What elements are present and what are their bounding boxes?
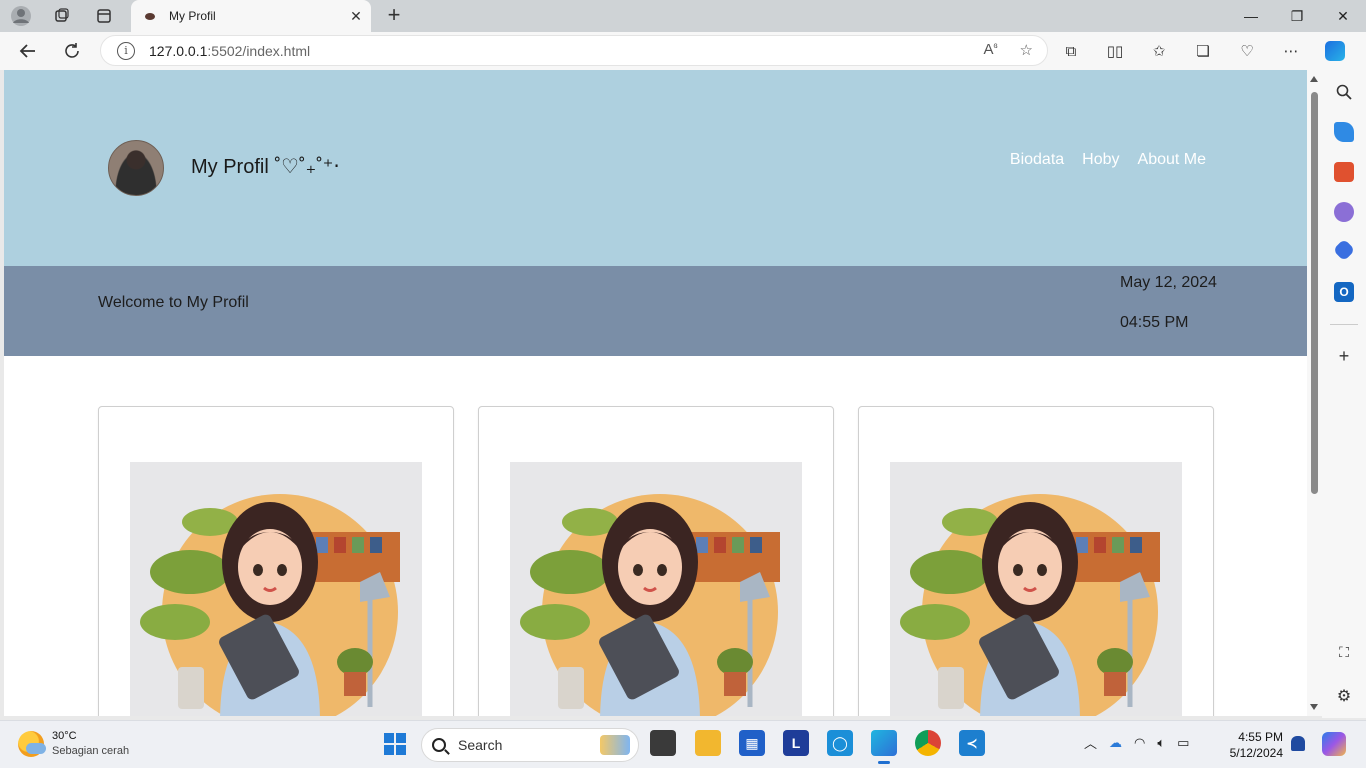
weather-temp: 30°C <box>52 730 77 742</box>
vscode-icon[interactable]: ≺ <box>959 730 985 756</box>
notification-bell-icon[interactable] <box>1291 736 1305 751</box>
search-highlight-icon <box>600 735 630 755</box>
nav-link-hoby[interactable]: Hoby <box>1082 151 1119 169</box>
weather-desc: Sebagian cerah <box>52 745 130 757</box>
start-windows-icon[interactable] <box>384 733 406 755</box>
nav-link-about-me[interactable]: About Me <box>1138 151 1206 169</box>
microsoft365-icon[interactable] <box>1332 238 1356 262</box>
avatar <box>108 140 164 196</box>
current-date: May 12, 2024 <box>1120 274 1217 291</box>
url-path: :5502/index.html <box>207 42 311 59</box>
refresh-icon[interactable] <box>58 38 86 64</box>
window-controls: — ❐ ✕ <box>1228 0 1366 32</box>
task-view-icon[interactable] <box>650 730 676 756</box>
games-icon[interactable] <box>1334 202 1354 222</box>
search-icon <box>432 738 446 752</box>
browser-toolbar: i 127.0.0.1:5502/index.html Aɞ ☆ ⧉ ▯▯ ✩ … <box>0 32 1366 70</box>
settings-gear-icon[interactable]: ⚙ <box>1334 686 1354 706</box>
copilot-taskbar-icon[interactable] <box>1322 732 1346 756</box>
browser-essentials-icon[interactable]: ♡ <box>1234 38 1260 64</box>
page-viewport: My Profil ˚♡˚₊˚⁺‧ Biodata Hoby About Me … <box>4 70 1307 716</box>
workspaces-icon[interactable] <box>48 4 76 28</box>
favicon-icon <box>145 12 155 20</box>
edge-sidebar: O + ⛶ ⚙ <box>1322 70 1366 718</box>
read-aloud-icon[interactable]: Aɞ <box>983 41 997 59</box>
new-tab-button[interactable]: + <box>382 4 406 28</box>
minimize-button[interactable]: — <box>1228 0 1274 32</box>
volume-icon[interactable]: 🔈︎ <box>1157 735 1165 751</box>
shopping-tag-icon[interactable] <box>1334 122 1354 142</box>
extensions-icon[interactable]: ⧉ <box>1058 38 1084 64</box>
site-info-icon[interactable]: i <box>117 41 135 60</box>
tray-chevron-icon[interactable]: ︿ <box>1084 733 1097 752</box>
card-illustration-image <box>510 462 802 716</box>
site-header: My Profil ˚♡˚₊˚⁺‧ Biodata Hoby About Me <box>4 70 1307 266</box>
outlook-icon[interactable]: O <box>1334 282 1354 302</box>
url-host: 127.0.0.1 <box>149 42 208 59</box>
store-icon[interactable]: ▦ <box>739 730 765 756</box>
search-label: Search <box>458 737 503 753</box>
split-screen-icon[interactable]: ▯▯ <box>1102 38 1128 64</box>
current-time: 04:55 PM <box>1120 314 1189 331</box>
battery-icon[interactable]: ▭ <box>1177 735 1189 751</box>
app-l-icon[interactable]: L <box>783 730 809 756</box>
app-circle-icon[interactable]: ◯ <box>827 730 853 756</box>
welcome-bar: Welcome to My Profil May 12, 2024 04:55 … <box>4 266 1307 356</box>
close-window-button[interactable]: ✕ <box>1320 0 1366 32</box>
clock-time: 4:55 PM <box>1238 730 1283 744</box>
clock-date: 5/12/2024 <box>1229 746 1283 760</box>
more-menu-icon[interactable]: ⋯ <box>1278 38 1304 64</box>
back-icon[interactable] <box>14 38 42 64</box>
browser-tab-strip: My Profil ✕ + — ❐ ✕ <box>0 0 1366 32</box>
system-tray: ︿ ☁ ◠ 🔈︎ ▭ <box>1084 733 1189 752</box>
card-illustration-image <box>890 462 1182 716</box>
scroll-up-icon[interactable] <box>1310 76 1318 82</box>
scroll-down-icon[interactable] <box>1310 704 1318 710</box>
welcome-text: Welcome to My Profil <box>98 294 249 311</box>
onedrive-icon[interactable]: ☁ <box>1109 735 1122 751</box>
sidebar-add-icon[interactable]: + <box>1334 346 1354 366</box>
taskbar-search[interactable]: Search <box>421 728 639 762</box>
taskbar-clock[interactable]: 4:55 PM 5/12/2024 <box>1226 729 1283 761</box>
tab-title: My Profil <box>169 9 216 23</box>
toolbar-icons: ⧉ ▯▯ ✩ ❏ ♡ ⋯ <box>1058 38 1348 64</box>
restore-button[interactable]: ❐ <box>1274 0 1320 32</box>
screenshot-icon[interactable]: ⛶ <box>1334 642 1354 662</box>
favorites-icon[interactable]: ✩ <box>1146 38 1172 64</box>
copilot-icon[interactable] <box>1322 38 1348 64</box>
tab-my-profil[interactable]: My Profil ✕ <box>131 0 371 32</box>
file-explorer-icon[interactable] <box>695 730 721 756</box>
tab-actions-icon[interactable] <box>90 4 118 28</box>
site-title: My Profil ˚♡˚₊˚⁺‧ <box>191 156 340 178</box>
edge-icon[interactable] <box>871 730 897 764</box>
url-text[interactable]: 127.0.0.1:5502/index.html <box>149 43 310 59</box>
favorite-star-icon[interactable]: ☆ <box>1020 41 1033 59</box>
scrollbar-thumb[interactable] <box>1311 92 1318 494</box>
profile-card <box>858 406 1214 716</box>
collections-icon[interactable]: ❏ <box>1190 38 1216 64</box>
profile-card <box>478 406 834 716</box>
wifi-icon[interactable]: ◠ <box>1134 735 1145 751</box>
tools-briefcase-icon[interactable] <box>1334 162 1354 182</box>
weather-sun-icon <box>18 731 46 757</box>
site-nav: Biodata Hoby About Me <box>1010 151 1206 169</box>
profile-card <box>98 406 454 716</box>
profile-icon[interactable] <box>8 4 34 28</box>
sidebar-divider <box>1330 324 1358 325</box>
page-scrollbar[interactable] <box>1307 70 1322 716</box>
nav-link-biodata[interactable]: Biodata <box>1010 151 1064 169</box>
weather-widget[interactable]: 30°C Sebagian cerah <box>18 729 129 759</box>
sidebar-search-icon[interactable] <box>1334 82 1354 102</box>
chrome-icon[interactable] <box>915 730 941 756</box>
address-bar[interactable]: i 127.0.0.1:5502/index.html Aɞ ☆ <box>100 35 1048 66</box>
card-illustration-image <box>130 462 422 716</box>
tab-close-icon[interactable]: ✕ <box>341 8 371 25</box>
windows-taskbar: 30°C Sebagian cerah Search ▦ L ◯ ≺ ︿ ☁ ◠… <box>0 720 1366 768</box>
